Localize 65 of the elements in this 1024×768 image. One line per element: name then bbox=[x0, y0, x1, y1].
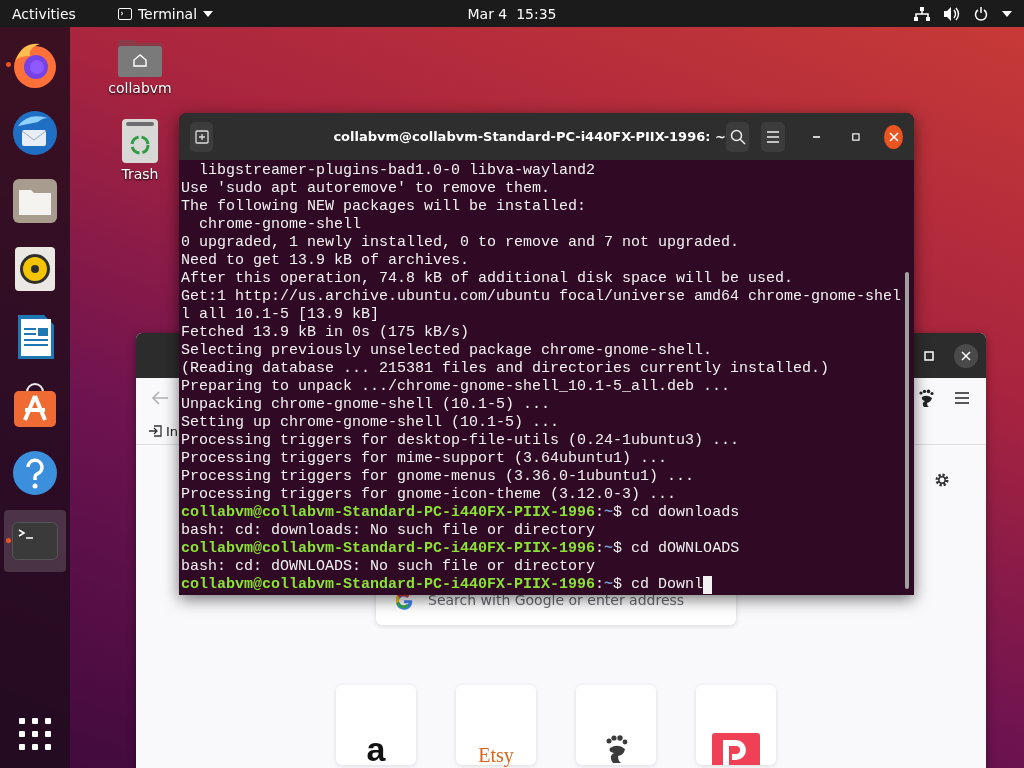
footprint-icon[interactable] bbox=[918, 389, 934, 407]
desktop-icon-label[interactable]: Trash bbox=[121, 166, 159, 182]
scrollbar[interactable] bbox=[905, 272, 909, 589]
terminal-output-line: Processing triggers for gnome-icon-theme (3.12.0-3) ... bbox=[181, 486, 678, 504]
terminal-output-line: Unpacking chrome-gnome-shell (10.1-5) ... bbox=[181, 396, 552, 414]
terminal-output-line: After this operation, 74.8 kB of additional disk space will be used. bbox=[181, 270, 795, 288]
terminal-output-line: Fetched 13.9 kB in 0s (175 kB/s) bbox=[181, 324, 471, 342]
terminal-output-line: Preparing to unpack .../chrome-gnome-shell_10.1-5_all.deb ... bbox=[181, 378, 732, 396]
close-icon[interactable] bbox=[961, 350, 971, 361]
terminal-output-line: l all 10.1-5 [13.9 kB] bbox=[181, 306, 381, 324]
terminal-output-line: The following NEW packages will be installed: bbox=[181, 198, 588, 216]
volume-icon[interactable] bbox=[944, 6, 960, 21]
top-site-tile[interactable]: a bbox=[336, 685, 416, 765]
import-icon bbox=[148, 424, 162, 438]
terminal-output-line: (Reading database ... 215381 files and directories currently installed.) bbox=[181, 360, 831, 378]
top-site-tile[interactable] bbox=[576, 685, 656, 765]
window-title: collabvm@collabvm-Standard-PC-i440FX-PIIX-1996: ~ bbox=[332, 129, 726, 144]
caret-icon[interactable] bbox=[203, 10, 214, 17]
minimize-icon[interactable] bbox=[812, 135, 821, 138]
menu-icon[interactable] bbox=[954, 392, 970, 404]
terminal-prompt-line: collabvm@collabvm-Standard-PC-i440FX-PIIX-1996:~$ cd dOWNLOADS bbox=[181, 540, 740, 558]
search-icon[interactable] bbox=[729, 128, 746, 145]
terminal-output-line: chrome-gnome-shell bbox=[198, 216, 363, 234]
plus-icon[interactable] bbox=[194, 129, 209, 144]
mail-app-icon[interactable] bbox=[10, 108, 60, 158]
trash-icon[interactable] bbox=[121, 118, 159, 164]
terminal-output-line: Setting up chrome-gnome-shell (10.1-5) ... bbox=[181, 414, 561, 432]
terminal-output-line: 0 upgraded, 1 newly installed, 0 to remove and 7 not upgraded. bbox=[181, 234, 741, 252]
top-site-tile[interactable]: Etsy bbox=[456, 685, 536, 765]
terminal-output-line: bash: cd: downloads: No such file or directory bbox=[181, 522, 597, 540]
terminal-output-line: Processing triggers for mime-support (3.64ubuntu1) ... bbox=[181, 450, 669, 468]
maximize-icon[interactable] bbox=[924, 350, 934, 361]
network-icon[interactable] bbox=[914, 6, 930, 21]
shopping-bag-icon[interactable] bbox=[12, 382, 58, 428]
settings-icon[interactable] bbox=[934, 472, 950, 488]
terminal-output-line: Selecting previously unselected package chrome-gnome-shell. bbox=[181, 342, 714, 360]
terminal-output-line: bash: cd: dOWNLOADS: No such file or directory bbox=[181, 558, 597, 576]
terminal-output-line: libgstreamer-plugins-bad1.0-0 libva-wayland2 bbox=[198, 162, 597, 180]
footprint-icon bbox=[604, 735, 628, 765]
caret-icon[interactable] bbox=[1002, 10, 1012, 17]
power-icon[interactable] bbox=[974, 6, 988, 21]
folder-icon[interactable] bbox=[12, 178, 58, 224]
terminal-prompt-line: collabvm@collabvm-Standard-PC-i440FX-PIIX-1996:~$ cd downloads bbox=[181, 504, 740, 522]
terminal-output-line: Get:1 http://us.archive.ubuntu.com/ubuntu focal/universe amd64 chrome-gnome-shel bbox=[181, 288, 902, 306]
show-applications-icon[interactable] bbox=[19, 718, 51, 750]
app-menu-label[interactable]: Terminal bbox=[137, 5, 198, 22]
help-icon[interactable] bbox=[12, 450, 58, 496]
top-site-tile[interactable] bbox=[696, 685, 776, 765]
desktop-icon-label[interactable]: collabvm bbox=[108, 80, 172, 96]
activities-button[interactable]: Activities bbox=[12, 5, 76, 22]
terminal-output-line: Use 'sudo apt autoremove' to remove them. bbox=[181, 180, 552, 198]
maximize-icon[interactable] bbox=[852, 131, 861, 142]
menu-button[interactable] bbox=[761, 121, 785, 152]
close-button[interactable] bbox=[954, 343, 978, 368]
search-button[interactable] bbox=[725, 121, 750, 152]
bookmark-item[interactable]: In bbox=[148, 423, 179, 439]
new-tab-button[interactable] bbox=[190, 121, 214, 152]
terminal-output-line: Processing triggers for gnome-menus (3.36.0-1ubuntu1) ... bbox=[181, 468, 696, 486]
close-icon[interactable] bbox=[888, 131, 899, 142]
clock[interactable]: Mar 4 15:35 bbox=[467, 5, 557, 22]
terminal-output-line: Processing triggers for desktop-file-utils (0.24-1ubuntu3) ... bbox=[181, 432, 741, 450]
close-button[interactable] bbox=[884, 124, 903, 149]
terminal-output-line: Need to get 13.9 kB of archives. bbox=[181, 252, 471, 270]
speaker-icon[interactable] bbox=[12, 246, 58, 292]
pocket-icon bbox=[712, 733, 760, 765]
